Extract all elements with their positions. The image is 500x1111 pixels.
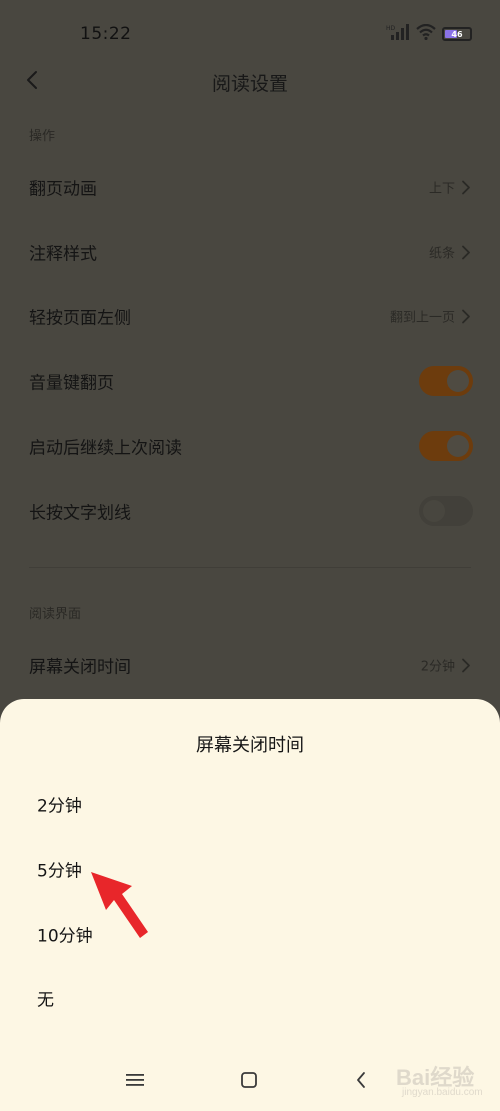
- row-value: 纸条: [428, 246, 455, 262]
- sheet-title: 屏幕关闭时间: [196, 735, 304, 756]
- long-press-underline-toggle[interactable]: [419, 496, 473, 526]
- baidu-jingyan-watermark: Bai经验 jingyan.baidu.com: [370, 1056, 490, 1106]
- setting-row-resume-reading: 启动后继续上次阅读: [0, 418, 500, 474]
- row-value: 2分钟: [420, 659, 455, 675]
- setting-row-long-press-underline: 长按文字划线: [0, 483, 500, 539]
- row-label: 屏幕关闭时间: [29, 657, 131, 678]
- page-title: 阅读设置: [211, 73, 288, 95]
- toggle-knob: [423, 500, 445, 522]
- option-5-minutes[interactable]: 5分钟: [0, 843, 500, 895]
- option-label: 2分钟: [37, 796, 82, 817]
- toggle-knob: [447, 370, 469, 392]
- watermark-subtext: jingyan.baidu.com: [402, 1087, 483, 1098]
- option-2-minutes[interactable]: 2分钟: [0, 778, 500, 830]
- status-time: 15:22: [80, 24, 132, 44]
- setting-row-page-animation[interactable]: 翻页动画 上下: [0, 159, 500, 215]
- row-label: 注释样式: [29, 244, 97, 265]
- chevron-right-icon: [461, 179, 473, 195]
- chevron-right-icon: [461, 244, 473, 260]
- chevron-right-icon: [461, 308, 473, 324]
- status-icons: HD 46: [386, 23, 472, 45]
- chevron-right-icon: [461, 657, 473, 673]
- section-divider: [29, 567, 471, 568]
- menu-button[interactable]: [120, 1070, 150, 1094]
- header: 阅读设置: [0, 60, 500, 104]
- battery-icon: 46: [442, 27, 472, 41]
- setting-row-screen-off-time[interactable]: 屏幕关闭时间 2分钟: [0, 637, 500, 693]
- status-bar: 15:22 HD 46: [0, 0, 500, 60]
- option-label: 无: [37, 990, 54, 1011]
- back-icon: [354, 1070, 368, 1094]
- svg-text:HD: HD: [386, 25, 396, 32]
- setting-row-annotation-style[interactable]: 注释样式 纸条: [0, 224, 500, 280]
- row-label: 音量键翻页: [29, 373, 114, 394]
- wifi-icon: [416, 23, 436, 44]
- row-label: 轻按页面左侧: [29, 308, 131, 329]
- resume-reading-toggle[interactable]: [419, 431, 473, 461]
- row-value: 翻到上一页: [389, 310, 455, 326]
- section-header-operation: 操作: [29, 129, 56, 144]
- row-label: 启动后继续上次阅读: [29, 438, 182, 459]
- row-value: 上下: [428, 181, 455, 197]
- setting-row-tap-left[interactable]: 轻按页面左侧 翻到上一页: [0, 288, 500, 344]
- red-pointer-arrow-icon: [88, 870, 150, 940]
- section-header-reading-ui: 阅读界面: [29, 607, 82, 622]
- menu-icon: [125, 1072, 145, 1092]
- hd-signal-icon: HD: [386, 23, 410, 45]
- row-label: 翻页动画: [29, 179, 97, 200]
- option-none[interactable]: 无: [0, 972, 500, 1024]
- option-label: 10分钟: [37, 926, 93, 947]
- volume-key-toggle[interactable]: [419, 366, 473, 396]
- home-button[interactable]: [234, 1070, 264, 1094]
- setting-row-volume-key-flip: 音量键翻页: [0, 353, 500, 409]
- row-label: 长按文字划线: [29, 503, 131, 524]
- home-icon: [240, 1071, 258, 1093]
- screen-off-time-sheet: 屏幕关闭时间 2分钟 5分钟 10分钟 无: [0, 699, 500, 1111]
- option-label: 5分钟: [37, 861, 82, 882]
- battery-level: 46: [451, 29, 463, 39]
- toggle-knob: [447, 435, 469, 457]
- option-10-minutes[interactable]: 10分钟: [0, 908, 500, 960]
